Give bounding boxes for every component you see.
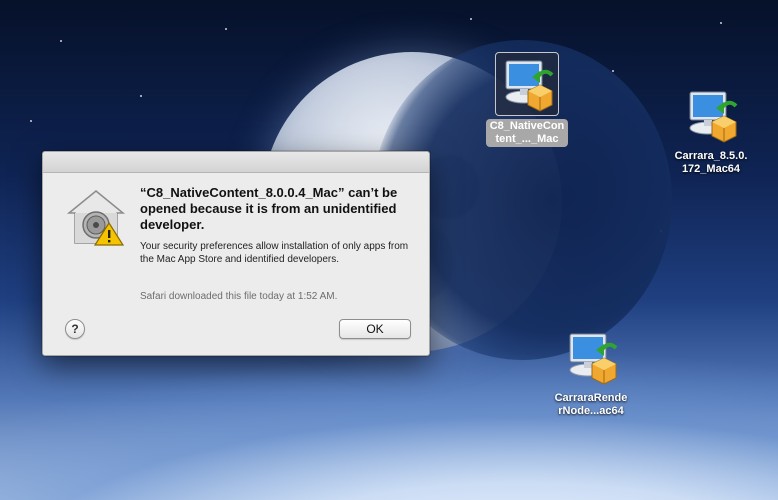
desktop-icon-c8-nativecontent[interactable]: C8_NativeCon tent_..._Mac — [484, 52, 570, 147]
desktop-icon-label: CarraraRende rNode...ac64 — [554, 392, 628, 417]
installer-package-icon — [495, 52, 559, 116]
help-button[interactable]: ? — [65, 319, 85, 339]
download-source-note: Safari downloaded this file today at 1:5… — [140, 291, 338, 302]
star — [470, 18, 472, 20]
star — [30, 120, 32, 122]
installer-package-icon — [560, 326, 622, 388]
dialog-titlebar[interactable] — [43, 152, 429, 173]
desktop-icon-carrara-8-5[interactable]: Carrara_8.5.0. 172_Mac64 — [668, 84, 754, 177]
star — [225, 28, 227, 30]
star — [60, 40, 62, 42]
dialog-message: Your security preferences allow installa… — [140, 241, 409, 265]
installer-package-icon — [680, 84, 742, 146]
gatekeeper-warning-icon — [65, 185, 127, 247]
dialog-title: “C8_NativeContent_8.0.0.4_Mac” can’t be … — [140, 185, 398, 232]
desktop-icon-carrara-rendernode[interactable]: CarraraRende rNode...ac64 — [548, 326, 634, 419]
desktop-icon-label: Carrara_8.5.0. 172_Mac64 — [674, 150, 748, 175]
star — [720, 22, 722, 24]
unidentified-developer-alert: “C8_NativeContent_8.0.0.4_Mac” can’t be … — [42, 151, 430, 356]
desktop-icon-label: C8_NativeCon tent_..._Mac — [485, 119, 569, 147]
star — [140, 95, 142, 97]
ok-button[interactable]: OK — [339, 319, 411, 339]
